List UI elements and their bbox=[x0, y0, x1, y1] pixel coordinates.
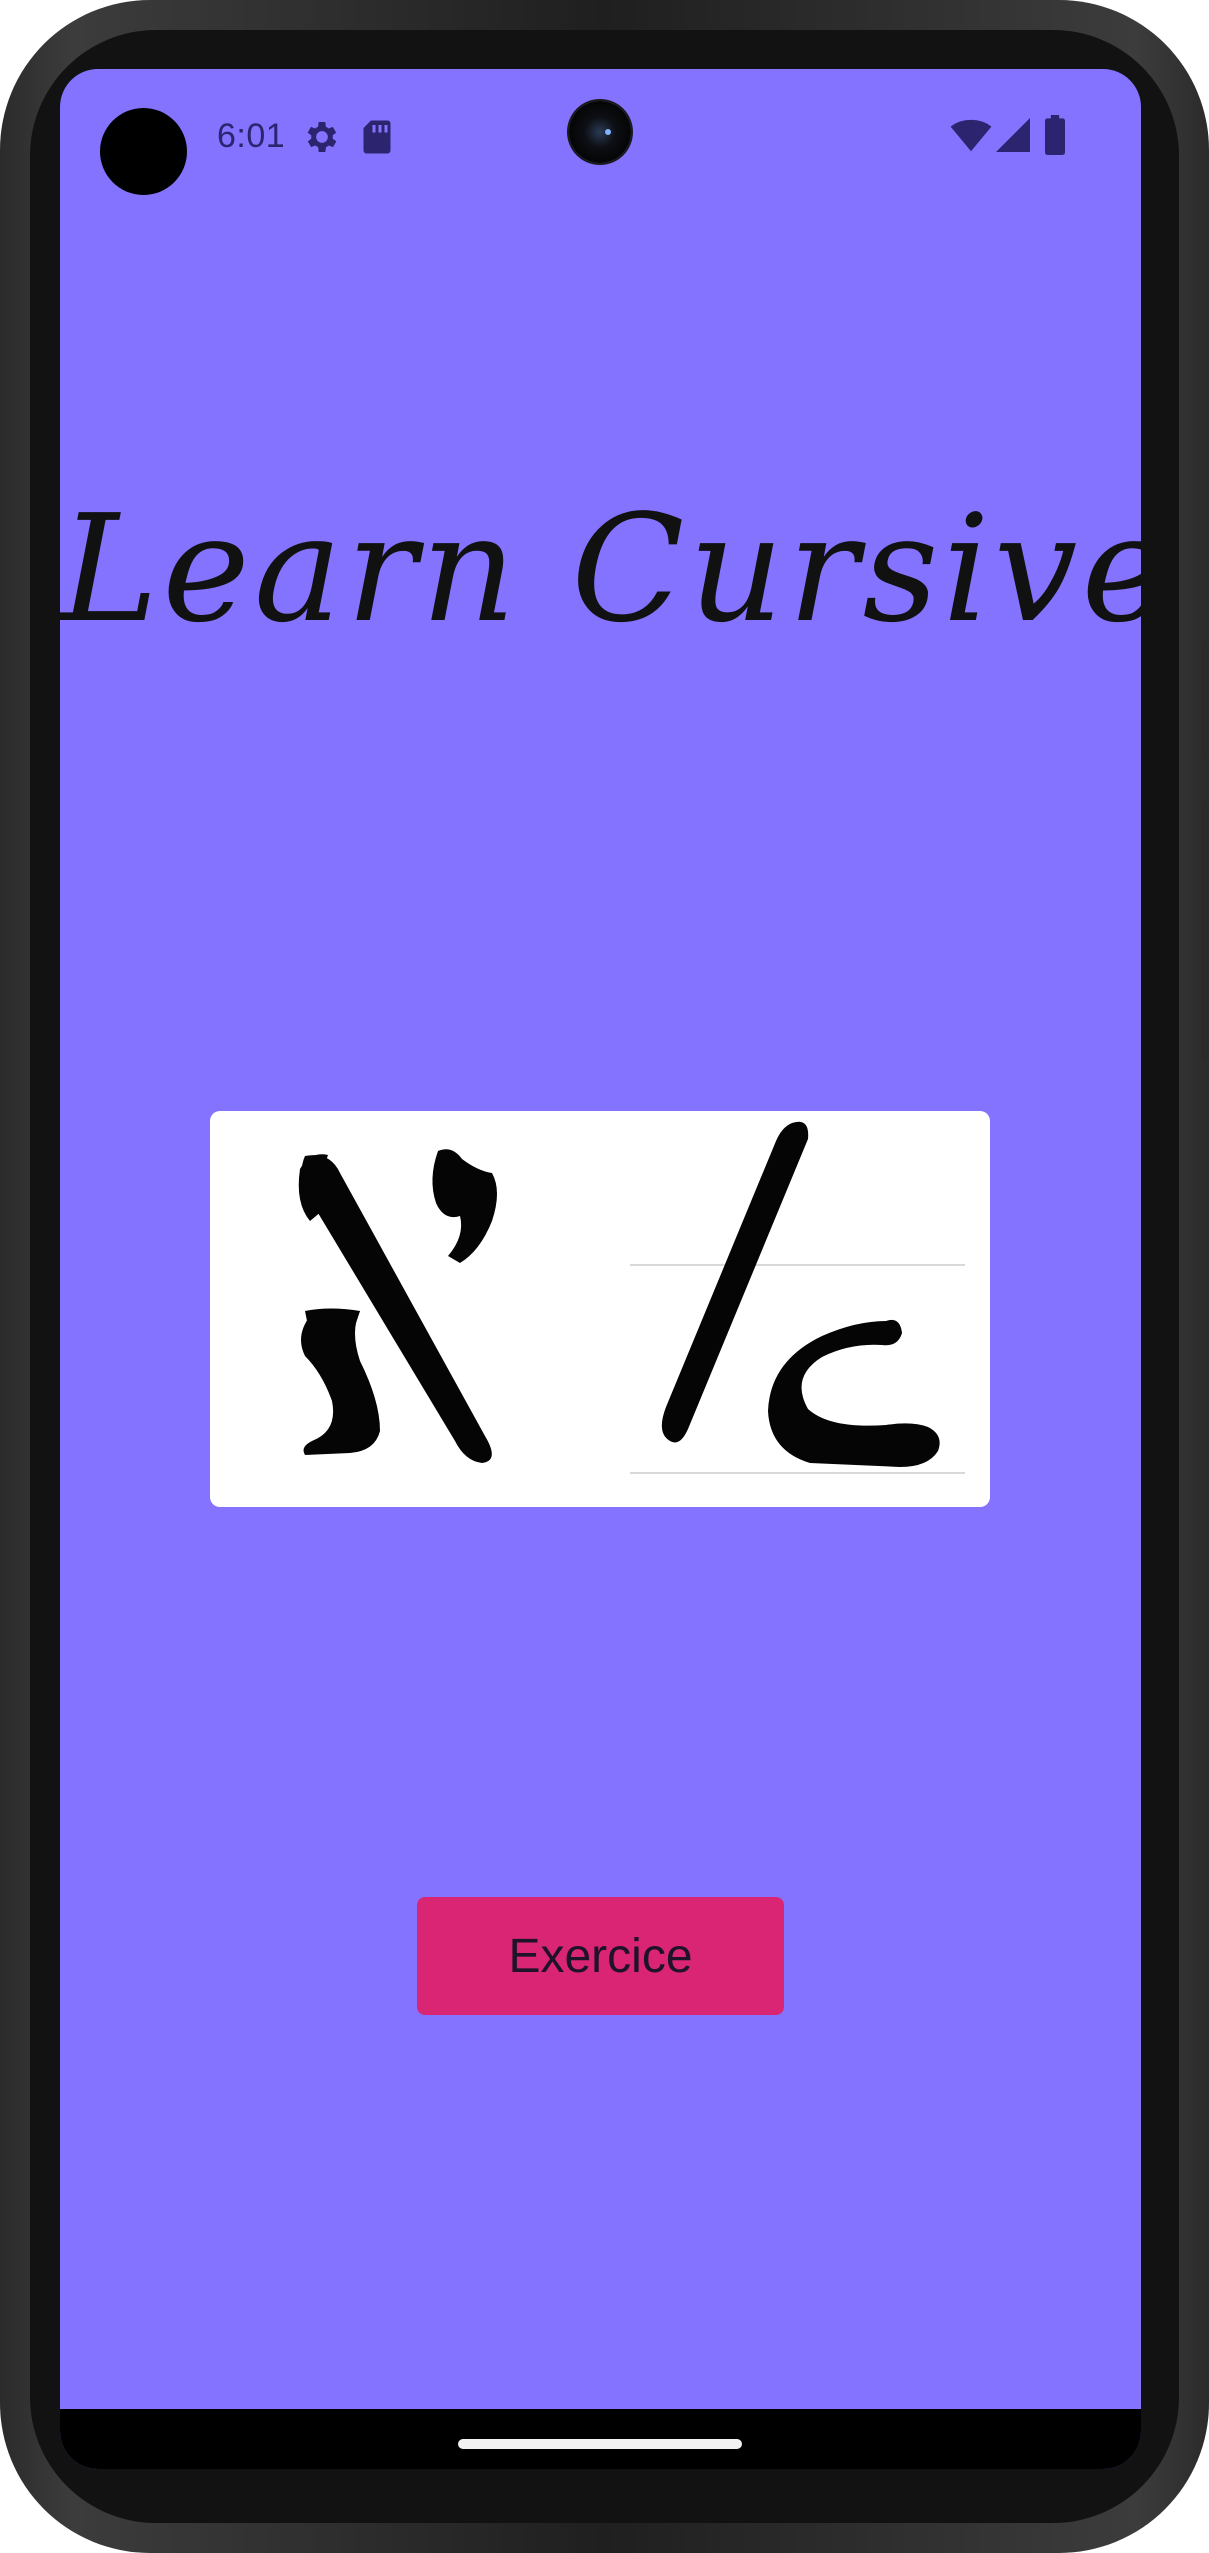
wifi-icon bbox=[950, 119, 992, 157]
page-title: Learn Cursive bbox=[60, 483, 1141, 655]
letter-aleph-image bbox=[210, 1111, 990, 1507]
settings-icon bbox=[302, 117, 342, 161]
home-gesture-handle[interactable] bbox=[458, 2439, 742, 2449]
battery-icon bbox=[1045, 115, 1065, 159]
front-camera bbox=[569, 101, 631, 163]
device-frame: 6:01 Learn Cursive Exercice bbox=[0, 0, 1209, 2553]
navigation-bar bbox=[60, 2409, 1141, 2469]
avatar bbox=[100, 108, 187, 195]
cellular-signal-icon bbox=[996, 117, 1030, 157]
aleph-letter-illustration bbox=[298, 1121, 965, 1474]
power-button bbox=[1201, 800, 1209, 1060]
app-screen: 6:01 Learn Cursive Exercice bbox=[60, 69, 1141, 2469]
exercise-button[interactable]: Exercice bbox=[417, 1897, 784, 2015]
volume-button bbox=[1201, 640, 1209, 760]
status-time: 6:01 bbox=[217, 117, 286, 155]
sd-card-icon bbox=[362, 119, 392, 159]
